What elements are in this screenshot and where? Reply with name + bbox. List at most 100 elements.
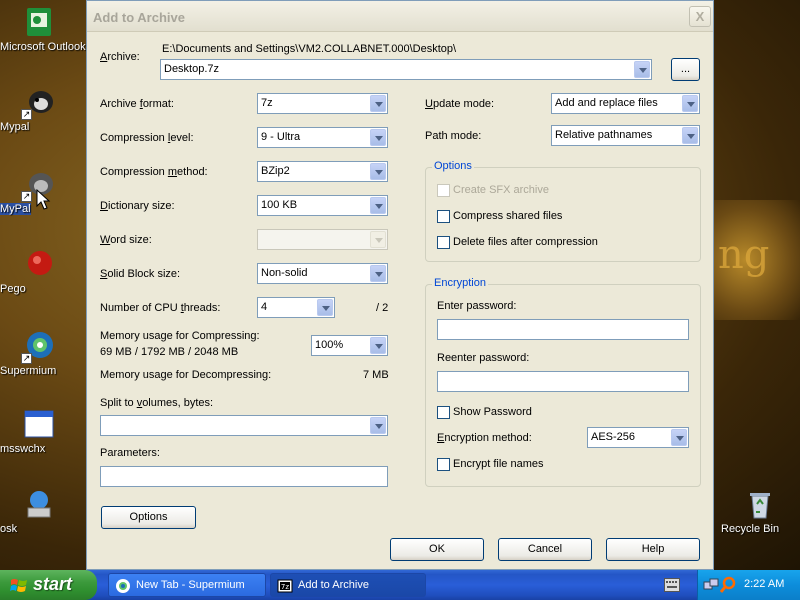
- chevron-down-icon[interactable]: [370, 95, 386, 112]
- split-volumes-combo[interactable]: [100, 415, 388, 436]
- desktop-icon-label: Recycle Bin: [721, 523, 780, 535]
- network-icon[interactable]: [703, 577, 719, 593]
- dialog-titlebar[interactable]: Add to Archive X: [87, 1, 713, 32]
- reenter-password-label: Reenter password:: [437, 352, 530, 364]
- taskbar-item-supermium[interactable]: New Tab - Supermium: [108, 573, 266, 597]
- cpu-threads-value: 4: [261, 301, 268, 313]
- chevron-down-icon[interactable]: [370, 163, 386, 180]
- cpu-threads-max: / 2: [376, 302, 389, 314]
- chevron-down-icon[interactable]: [682, 127, 698, 144]
- recycle-bin-icon: [744, 488, 776, 520]
- compression-method-combo[interactable]: BZip2: [257, 161, 388, 182]
- update-mode-combo[interactable]: Add and replace files: [551, 93, 700, 114]
- delete-files-label: Delete files after compression: [453, 236, 598, 248]
- archive-format-value: 7z: [261, 97, 273, 109]
- browse-button[interactable]: ...: [671, 58, 700, 81]
- chevron-down-icon[interactable]: [317, 299, 333, 316]
- window-app-icon: [23, 408, 55, 440]
- memory-decompress-label: Memory usage for Decompressing:: [100, 369, 272, 381]
- update-mode-value: Add and replace files: [555, 97, 658, 109]
- enter-password-input[interactable]: [437, 319, 689, 340]
- chevron-down-icon[interactable]: [370, 337, 386, 354]
- desktop-icon-recycle-bin[interactable]: Recycle Bin: [721, 488, 799, 535]
- windows-flag-icon: [10, 579, 27, 592]
- dictionary-size-label: Dictionary size:: [100, 200, 175, 212]
- chevron-down-icon[interactable]: [370, 265, 386, 282]
- ok-button[interactable]: OK: [390, 538, 484, 561]
- add-to-archive-dialog: Add to Archive X Archive: E:\Documents a…: [86, 0, 714, 570]
- reenter-password-input[interactable]: [437, 371, 689, 392]
- desktop-icon-label: Pego: [0, 283, 26, 295]
- compression-level-combo[interactable]: 9 - Ultra: [257, 127, 388, 148]
- compression-level-label: Compression level:: [100, 132, 194, 144]
- encryption-group-label: Encryption: [432, 277, 488, 289]
- memory-compress-values: 69 MB / 1792 MB / 2048 MB: [100, 346, 239, 358]
- delete-files-checkbox[interactable]: [437, 236, 450, 249]
- close-button[interactable]: X: [689, 6, 711, 27]
- archive-format-label: Archive format:: [100, 98, 174, 110]
- taskbar: start New Tab - Supermium 7z Add to Arch…: [0, 570, 800, 600]
- chevron-down-icon[interactable]: [370, 129, 386, 146]
- cpu-threads-combo[interactable]: 4: [257, 297, 335, 318]
- show-password-checkbox[interactable]: [437, 406, 450, 419]
- split-volumes-label: Split to volumes, bytes:: [100, 397, 214, 409]
- start-button[interactable]: start: [0, 570, 97, 600]
- system-tray: 2:22 AM: [697, 570, 800, 600]
- clock[interactable]: 2:22 AM: [744, 578, 784, 590]
- desktop-icon-msswchx[interactable]: msswchx: [0, 408, 78, 455]
- desktop-icon-supermium[interactable]: ↗ Supermium: [0, 330, 78, 377]
- supermium-icon: ↗: [21, 330, 55, 364]
- archive-name-combo[interactable]: Desktop.7z: [160, 59, 652, 80]
- memory-usage-percent-combo[interactable]: 100%: [311, 335, 388, 356]
- help-button[interactable]: Help: [606, 538, 700, 561]
- desktop-icon-pego[interactable]: Pego: [0, 248, 78, 295]
- chevron-down-icon[interactable]: [634, 61, 650, 78]
- taskbar-item-add-to-archive[interactable]: 7z Add to Archive: [270, 573, 426, 597]
- chevron-down-icon[interactable]: [682, 95, 698, 112]
- create-sfx-label: Create SFX archive: [453, 184, 549, 196]
- archive-format-combo[interactable]: 7z: [257, 93, 388, 114]
- dictionary-size-combo[interactable]: 100 KB: [257, 195, 388, 216]
- archive-name-value: Desktop.7z: [164, 63, 220, 75]
- taskbar-item-label: New Tab - Supermium: [136, 579, 245, 591]
- desktop-icon-label: Supermium: [0, 365, 57, 377]
- chevron-down-icon[interactable]: [370, 417, 386, 434]
- keyboard-icon: [23, 488, 55, 520]
- shortcut-arrow-icon: ↗: [21, 191, 32, 202]
- desktop-icon-osk[interactable]: osk: [0, 488, 78, 535]
- word-size-combo: [257, 229, 388, 250]
- memory-usage-percent-value: 100%: [315, 339, 344, 351]
- desktop-icon-outlook[interactable]: Microsoft Outlook: [0, 6, 86, 53]
- dialog-title: Add to Archive: [93, 10, 185, 25]
- chevron-down-icon[interactable]: [671, 429, 687, 446]
- archive-path: E:\Documents and Settings\VM2.COLLABNET.…: [162, 43, 457, 55]
- compress-shared-label: Compress shared files: [453, 210, 563, 222]
- compression-level-value: 9 - Ultra: [261, 131, 301, 143]
- desktop-icon-label: osk: [0, 523, 18, 535]
- encryption-method-combo[interactable]: AES-256: [587, 427, 689, 448]
- options-group-label: Options: [432, 160, 474, 172]
- memory-decompress-value: 7 MB: [363, 369, 389, 381]
- outlook-icon: [23, 6, 55, 38]
- start-label: start: [33, 574, 73, 594]
- solid-block-size-combo[interactable]: Non-solid: [257, 263, 388, 284]
- options-button[interactable]: Options: [101, 506, 196, 529]
- path-mode-combo[interactable]: Relative pathnames: [551, 125, 700, 146]
- encryption-method-label: Encryption method:: [437, 432, 532, 444]
- parameters-input[interactable]: [100, 466, 388, 487]
- search-icon[interactable]: [720, 576, 736, 594]
- show-password-label: Show Password: [453, 406, 532, 418]
- mypal-icon: ↗: [21, 86, 55, 120]
- cancel-button[interactable]: Cancel: [498, 538, 592, 561]
- chevron-down-icon: [370, 231, 386, 248]
- memory-compress-label: Memory usage for Compressing:: [100, 330, 260, 342]
- solid-block-size-label: Solid Block size:: [100, 268, 181, 280]
- word-size-label: Word size:: [100, 234, 152, 246]
- wallpaper-text: ng: [718, 232, 770, 278]
- desktop-icon-mypal[interactable]: ↗ Mypal: [0, 86, 78, 133]
- supermium-icon: [116, 579, 130, 593]
- compress-shared-checkbox[interactable]: [437, 210, 450, 223]
- chevron-down-icon[interactable]: [370, 197, 386, 214]
- keyboard-icon[interactable]: [664, 578, 680, 592]
- encrypt-names-checkbox[interactable]: [437, 458, 450, 471]
